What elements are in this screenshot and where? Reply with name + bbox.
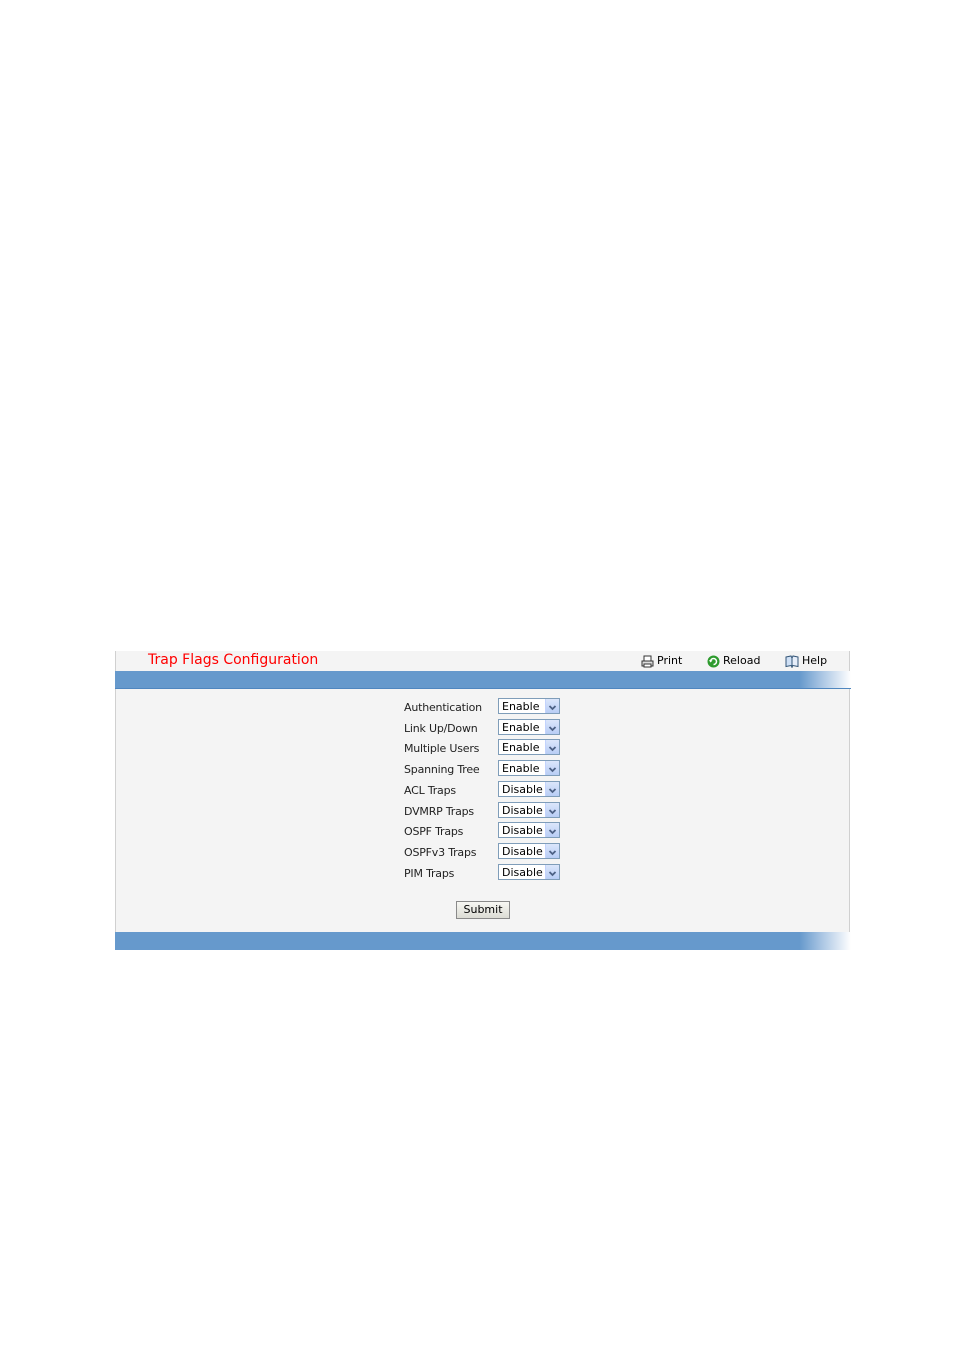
printer-icon (641, 655, 654, 667)
pim-traps-select[interactable]: Disable (498, 863, 560, 880)
row-pim-traps: PIM Traps Disable (404, 863, 704, 882)
toolbar: Print Reload Help (116, 653, 849, 669)
dvmrp-traps-label: DVMRP Traps (404, 804, 474, 818)
chevron-down-icon (545, 781, 559, 796)
print-label: Print (657, 654, 683, 667)
chevron-down-icon (545, 740, 559, 755)
acl-traps-label: ACL Traps (404, 783, 456, 797)
trap-flags-panel: Trap Flags Configuration Print Reload He… (115, 651, 851, 950)
row-ospfv3-traps: OSPFv3 Traps Disable (404, 842, 704, 861)
authentication-select[interactable]: Enable (498, 698, 560, 714)
chevron-down-icon (545, 823, 559, 838)
help-label: Help (802, 654, 828, 667)
link-up-down-label: Link Up/Down (404, 721, 478, 735)
multiple-users-select[interactable]: Enable (498, 739, 560, 756)
dvmrp-traps-select[interactable]: Disable (498, 801, 560, 818)
chevron-down-icon (545, 802, 559, 817)
help-button[interactable]: Help (785, 653, 827, 669)
ospfv3-traps-select[interactable]: Disable (498, 842, 560, 859)
reload-button[interactable]: Reload (707, 653, 760, 669)
chevron-down-icon (545, 843, 559, 858)
acl-traps-select[interactable]: Disable (498, 780, 560, 797)
row-link-up-down: Link Up/Down Enable (404, 718, 704, 737)
ospf-traps-label: OSPF Traps (404, 825, 464, 839)
spanning-tree-select[interactable]: Enable (498, 760, 560, 777)
pim-traps-label: PIM Traps (404, 866, 455, 880)
row-multiple-users: Multiple Users Enable (404, 739, 704, 757)
chevron-down-icon (545, 699, 559, 713)
chevron-down-icon (545, 864, 559, 879)
row-spanning-tree: Spanning Tree Enable (404, 760, 704, 778)
title-bar: Trap Flags Configuration Print Reload He… (116, 651, 849, 671)
row-dvmrp-traps: DVMRP Traps Disable (404, 801, 704, 820)
row-authentication: Authentication Enable (404, 698, 704, 716)
spanning-tree-label: Spanning Tree (404, 763, 480, 777)
print-button[interactable]: Print (641, 653, 682, 669)
submit-button[interactable]: Submit (456, 901, 510, 919)
ospfv3-traps-label: OSPFv3 Traps (404, 845, 477, 859)
book-icon (785, 654, 799, 668)
footer-bar (115, 932, 851, 950)
authentication-label: Authentication (404, 701, 482, 714)
row-acl-traps: ACL Traps Disable (404, 780, 704, 799)
header-divider-bar (115, 671, 851, 689)
multiple-users-label: Multiple Users (404, 742, 480, 756)
row-ospf-traps: OSPF Traps Disable (404, 822, 704, 840)
reload-label: Reload (723, 654, 761, 667)
ospf-traps-select[interactable]: Disable (498, 822, 560, 839)
link-up-down-select[interactable]: Enable (498, 718, 560, 735)
chevron-down-icon (545, 761, 559, 776)
chevron-down-icon (545, 719, 559, 734)
reload-icon (707, 655, 720, 667)
